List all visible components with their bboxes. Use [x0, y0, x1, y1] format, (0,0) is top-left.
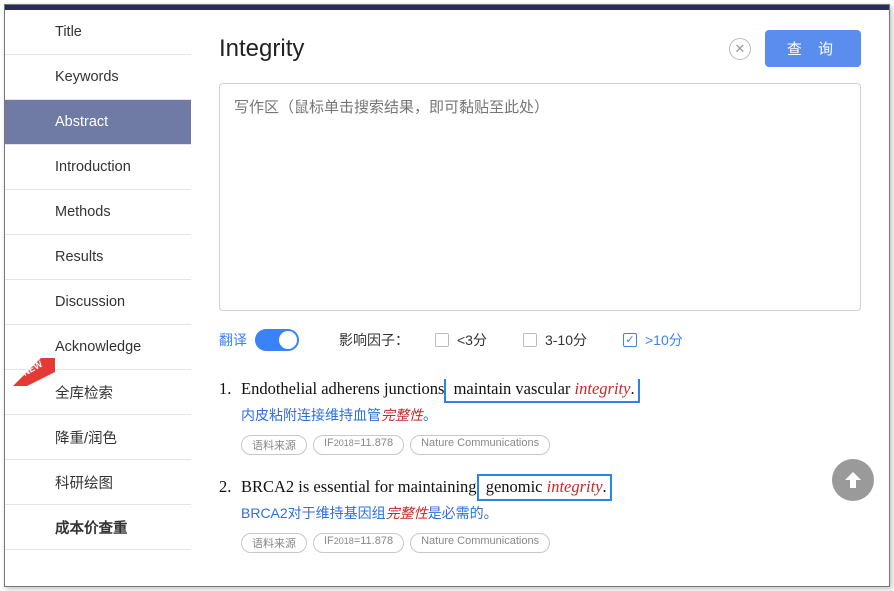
sidebar-item-abstract[interactable]: Abstract	[5, 100, 191, 145]
sidebar-item-discussion[interactable]: Discussion	[5, 280, 191, 325]
results-list: 1. Endothelial adherens junctions mainta…	[219, 379, 861, 575]
tag-journal[interactable]: Nature Communications	[410, 435, 550, 455]
writing-textarea[interactable]	[219, 83, 861, 311]
result-number: 2.	[219, 477, 241, 497]
sidebar-item-fullsearch[interactable]: NEW 全库检索	[5, 370, 191, 415]
filter-gt10[interactable]: >10分	[623, 330, 683, 350]
arrow-up-icon	[841, 468, 865, 492]
tag-if[interactable]: IF2018=11.878	[313, 533, 404, 553]
result-item: 2. BRCA2 is essential for maintaining ge…	[219, 477, 861, 553]
sidebar-item-dedup[interactable]: 降重/润色	[5, 415, 191, 460]
sidebar-item-methods[interactable]: Methods	[5, 190, 191, 235]
impact-factor-label: 影响因子：	[339, 330, 409, 350]
clear-icon[interactable]: ✕	[729, 38, 751, 60]
result-item: 1. Endothelial adherens junctions mainta…	[219, 379, 861, 455]
search-input[interactable]	[219, 31, 729, 67]
tag-source[interactable]: 语料来源	[241, 533, 307, 553]
tag-journal[interactable]: Nature Communications	[410, 533, 550, 553]
main-panel: ✕ 查 询 翻译 影响因子： <3分 3-10分 >10分 1. Endothe…	[191, 10, 889, 586]
translate-label: 翻译	[219, 330, 247, 350]
result-translation: BRCA2对于维持基因组完整性是必需的。	[241, 503, 861, 523]
filter-3to10[interactable]: 3-10分	[523, 330, 587, 350]
highlight-box: genomic integrity.	[477, 474, 612, 501]
result-sentence[interactable]: Endothelial adherens junctions maintain …	[241, 379, 640, 399]
sidebar-item-costcheck[interactable]: 成本价查重	[5, 505, 191, 550]
tag-if[interactable]: IF2018=11.878	[313, 435, 404, 455]
tag-source[interactable]: 语料来源	[241, 435, 307, 455]
translate-toggle[interactable]	[255, 329, 299, 351]
highlight-box: maintain vascular integrity.	[444, 379, 639, 403]
sidebar-item-keywords[interactable]: Keywords	[5, 55, 191, 100]
result-number: 1.	[219, 379, 241, 399]
result-sentence[interactable]: BRCA2 is essential for maintaining genom…	[241, 477, 612, 497]
query-button[interactable]: 查 询	[765, 30, 861, 67]
filter-row: 翻译 影响因子： <3分 3-10分 >10分	[219, 329, 861, 351]
sidebar-item-introduction[interactable]: Introduction	[5, 145, 191, 190]
sidebar-item-plot[interactable]: 科研绘图	[5, 460, 191, 505]
sidebar-item-title[interactable]: Title	[5, 10, 191, 55]
result-translation: 内皮粘附连接维持血管完整性。	[241, 405, 861, 425]
search-row: ✕ 查 询	[219, 30, 861, 67]
filter-lt3[interactable]: <3分	[435, 330, 487, 350]
result-tags: 语料来源 IF2018=11.878 Nature Communications	[241, 435, 861, 455]
new-badge-icon: NEW	[13, 358, 55, 386]
result-tags: 语料来源 IF2018=11.878 Nature Communications	[241, 533, 861, 553]
sidebar-item-results[interactable]: Results	[5, 235, 191, 280]
sidebar: Title Keywords Abstract Introduction Met…	[5, 10, 191, 586]
scroll-top-button[interactable]	[832, 459, 874, 501]
